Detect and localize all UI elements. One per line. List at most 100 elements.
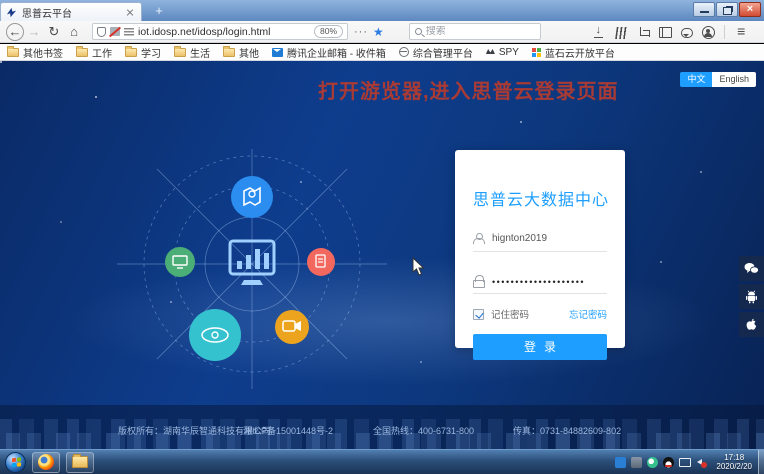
footer-fax: 传真：0731-84882609-802	[513, 424, 621, 437]
tray-qq-icon[interactable]	[663, 457, 674, 468]
browser-titlebar: 思普云平台	[0, 0, 764, 21]
account-icon[interactable]	[702, 26, 715, 39]
bookmark-lanshi-cloud[interactable]: 蓝石云开放平台	[532, 45, 615, 60]
tab-close-icon[interactable]	[124, 6, 136, 18]
url-bar[interactable]: iot.idosp.net/idosp/login.html 80%	[92, 23, 348, 40]
bookmark-star-icon[interactable]	[373, 25, 384, 39]
windows-taskbar: 17:18 2020/2/20	[0, 449, 764, 474]
back-button[interactable]	[6, 23, 24, 41]
plugin-blocked-icon[interactable]	[110, 27, 120, 36]
lock-icon	[473, 275, 483, 286]
mail-icon	[272, 48, 283, 57]
menu-icon[interactable]	[734, 24, 749, 39]
tracking-shield-icon[interactable]	[97, 27, 106, 37]
orbit-graphic	[112, 149, 392, 389]
tray-network-icon[interactable]	[679, 458, 691, 467]
restore-button[interactable]	[716, 2, 738, 17]
eye-node-icon	[189, 309, 241, 361]
monitor-node-icon	[165, 247, 195, 277]
url-text[interactable]: iot.idosp.net/idosp/login.html	[138, 26, 310, 38]
home-button[interactable]	[64, 23, 84, 41]
show-desktop-button[interactable]	[758, 450, 764, 474]
language-toggle: 中文 English	[680, 72, 756, 87]
lang-chinese-button[interactable]: 中文	[680, 72, 712, 87]
remember-checkbox[interactable]	[473, 309, 484, 320]
page-actions-icon[interactable]	[354, 26, 368, 38]
desktop-screen: 思普云平台 iot.idosp.net/idosp/login.html 80%	[0, 0, 764, 474]
document-node-icon	[307, 248, 335, 276]
screenshot-icon[interactable]	[638, 27, 650, 39]
bookmark-label: 工作	[92, 45, 112, 60]
footer-hotline: 全国热线：400-6731-800	[373, 424, 474, 437]
username-field[interactable]: hignton2019	[473, 226, 607, 252]
forgot-password-link[interactable]: 忘记密码	[569, 307, 607, 321]
search-box[interactable]	[409, 23, 541, 40]
bookmark-label: 蓝石云开放平台	[545, 45, 615, 60]
site-identity-icon[interactable]	[124, 28, 134, 36]
background-stars	[0, 61, 2, 63]
zoom-level-badge[interactable]: 80%	[314, 25, 343, 38]
tab-title: 思普云平台	[22, 5, 119, 20]
new-tab-button[interactable]	[150, 3, 168, 19]
close-button[interactable]	[739, 2, 761, 17]
login-page: 打开游览器,进入思普云登录页面 中文 English	[0, 61, 764, 449]
taskbar-clock[interactable]: 17:18 2020/2/20	[716, 453, 752, 471]
browser-tab[interactable]: 思普云平台	[0, 2, 142, 21]
wechat-button[interactable]	[739, 256, 764, 281]
password-field[interactable]: ••••••••••••••••••••	[473, 268, 607, 294]
folder-icon	[223, 48, 235, 57]
password-value[interactable]: ••••••••••••••••••••	[492, 277, 585, 287]
library-icon[interactable]	[615, 27, 629, 39]
tray-app-icon[interactable]	[615, 457, 626, 468]
system-tray: 17:18 2020/2/20	[615, 453, 758, 471]
forward-button[interactable]	[24, 23, 44, 41]
search-icon	[415, 28, 422, 35]
windows-flag-icon	[12, 458, 16, 462]
grid-icon	[532, 48, 541, 57]
tray-volume-muted-icon[interactable]	[696, 457, 707, 468]
remember-row: 记住密码 忘记密码	[473, 307, 607, 321]
android-icon	[745, 290, 758, 304]
bookmark-mgmt-platform[interactable]: 综合管理平台	[399, 45, 473, 60]
login-card: 思普云大数据中心 hignton2019 •••••••••••••••••••…	[455, 150, 625, 348]
wechat-icon	[744, 262, 759, 275]
bookmark-spy[interactable]: SPY	[486, 47, 519, 58]
globe-icon	[399, 47, 409, 57]
search-input[interactable]	[426, 26, 535, 37]
folder-icon	[7, 48, 19, 57]
bookmark-folder-work[interactable]: 工作	[76, 45, 112, 60]
bookmark-folder-life[interactable]: 生活	[174, 45, 210, 60]
bookmark-label: 生活	[190, 45, 210, 60]
bookmark-folder-study[interactable]: 学习	[125, 45, 161, 60]
bookmark-folder-other[interactable]: 其他书签	[7, 45, 63, 60]
start-button[interactable]	[5, 452, 26, 473]
messages-icon[interactable]	[681, 28, 693, 38]
folder-icon	[174, 48, 186, 57]
tray-device-icon[interactable]	[631, 457, 642, 468]
tray-wechat-icon[interactable]	[647, 457, 658, 468]
lang-english-button[interactable]: English	[712, 72, 756, 87]
login-button[interactable]: 登录	[473, 334, 607, 360]
username-value[interactable]: hignton2019	[492, 233, 547, 244]
tab-favicon-icon	[6, 7, 17, 18]
bookmark-label: 其他	[239, 45, 259, 60]
bookmark-folder-misc[interactable]: 其他	[223, 45, 259, 60]
minimize-button[interactable]	[693, 2, 715, 17]
taskbar-firefox-button[interactable]	[32, 452, 60, 473]
bookmark-label: 综合管理平台	[413, 45, 473, 60]
apple-button[interactable]	[739, 312, 764, 337]
browser-navbar: iot.idosp.net/idosp/login.html 80%	[0, 21, 764, 43]
android-button[interactable]	[739, 284, 764, 309]
reload-button[interactable]	[44, 23, 64, 41]
bookmarks-bar: 其他书签 工作 学习 生活 其他 腾讯企业邮箱 - 收件箱 综合管理平台 SPY…	[0, 44, 764, 61]
toolbar-icons	[591, 24, 749, 39]
page-footer: 版权所有：湖南华辰智通科技有限公司 湘ICP备15001448号-2 全国热线：…	[0, 405, 764, 449]
clock-date: 2020/2/20	[716, 462, 752, 471]
taskbar-explorer-button[interactable]	[66, 452, 94, 473]
bookmark-tencent-mail[interactable]: 腾讯企业邮箱 - 收件箱	[272, 45, 386, 60]
sidebar-icon[interactable]	[659, 27, 672, 38]
folder-icon	[125, 48, 137, 57]
clock-time: 17:18	[716, 453, 752, 462]
downloads-icon[interactable]	[591, 24, 606, 39]
firefox-icon	[38, 454, 54, 470]
